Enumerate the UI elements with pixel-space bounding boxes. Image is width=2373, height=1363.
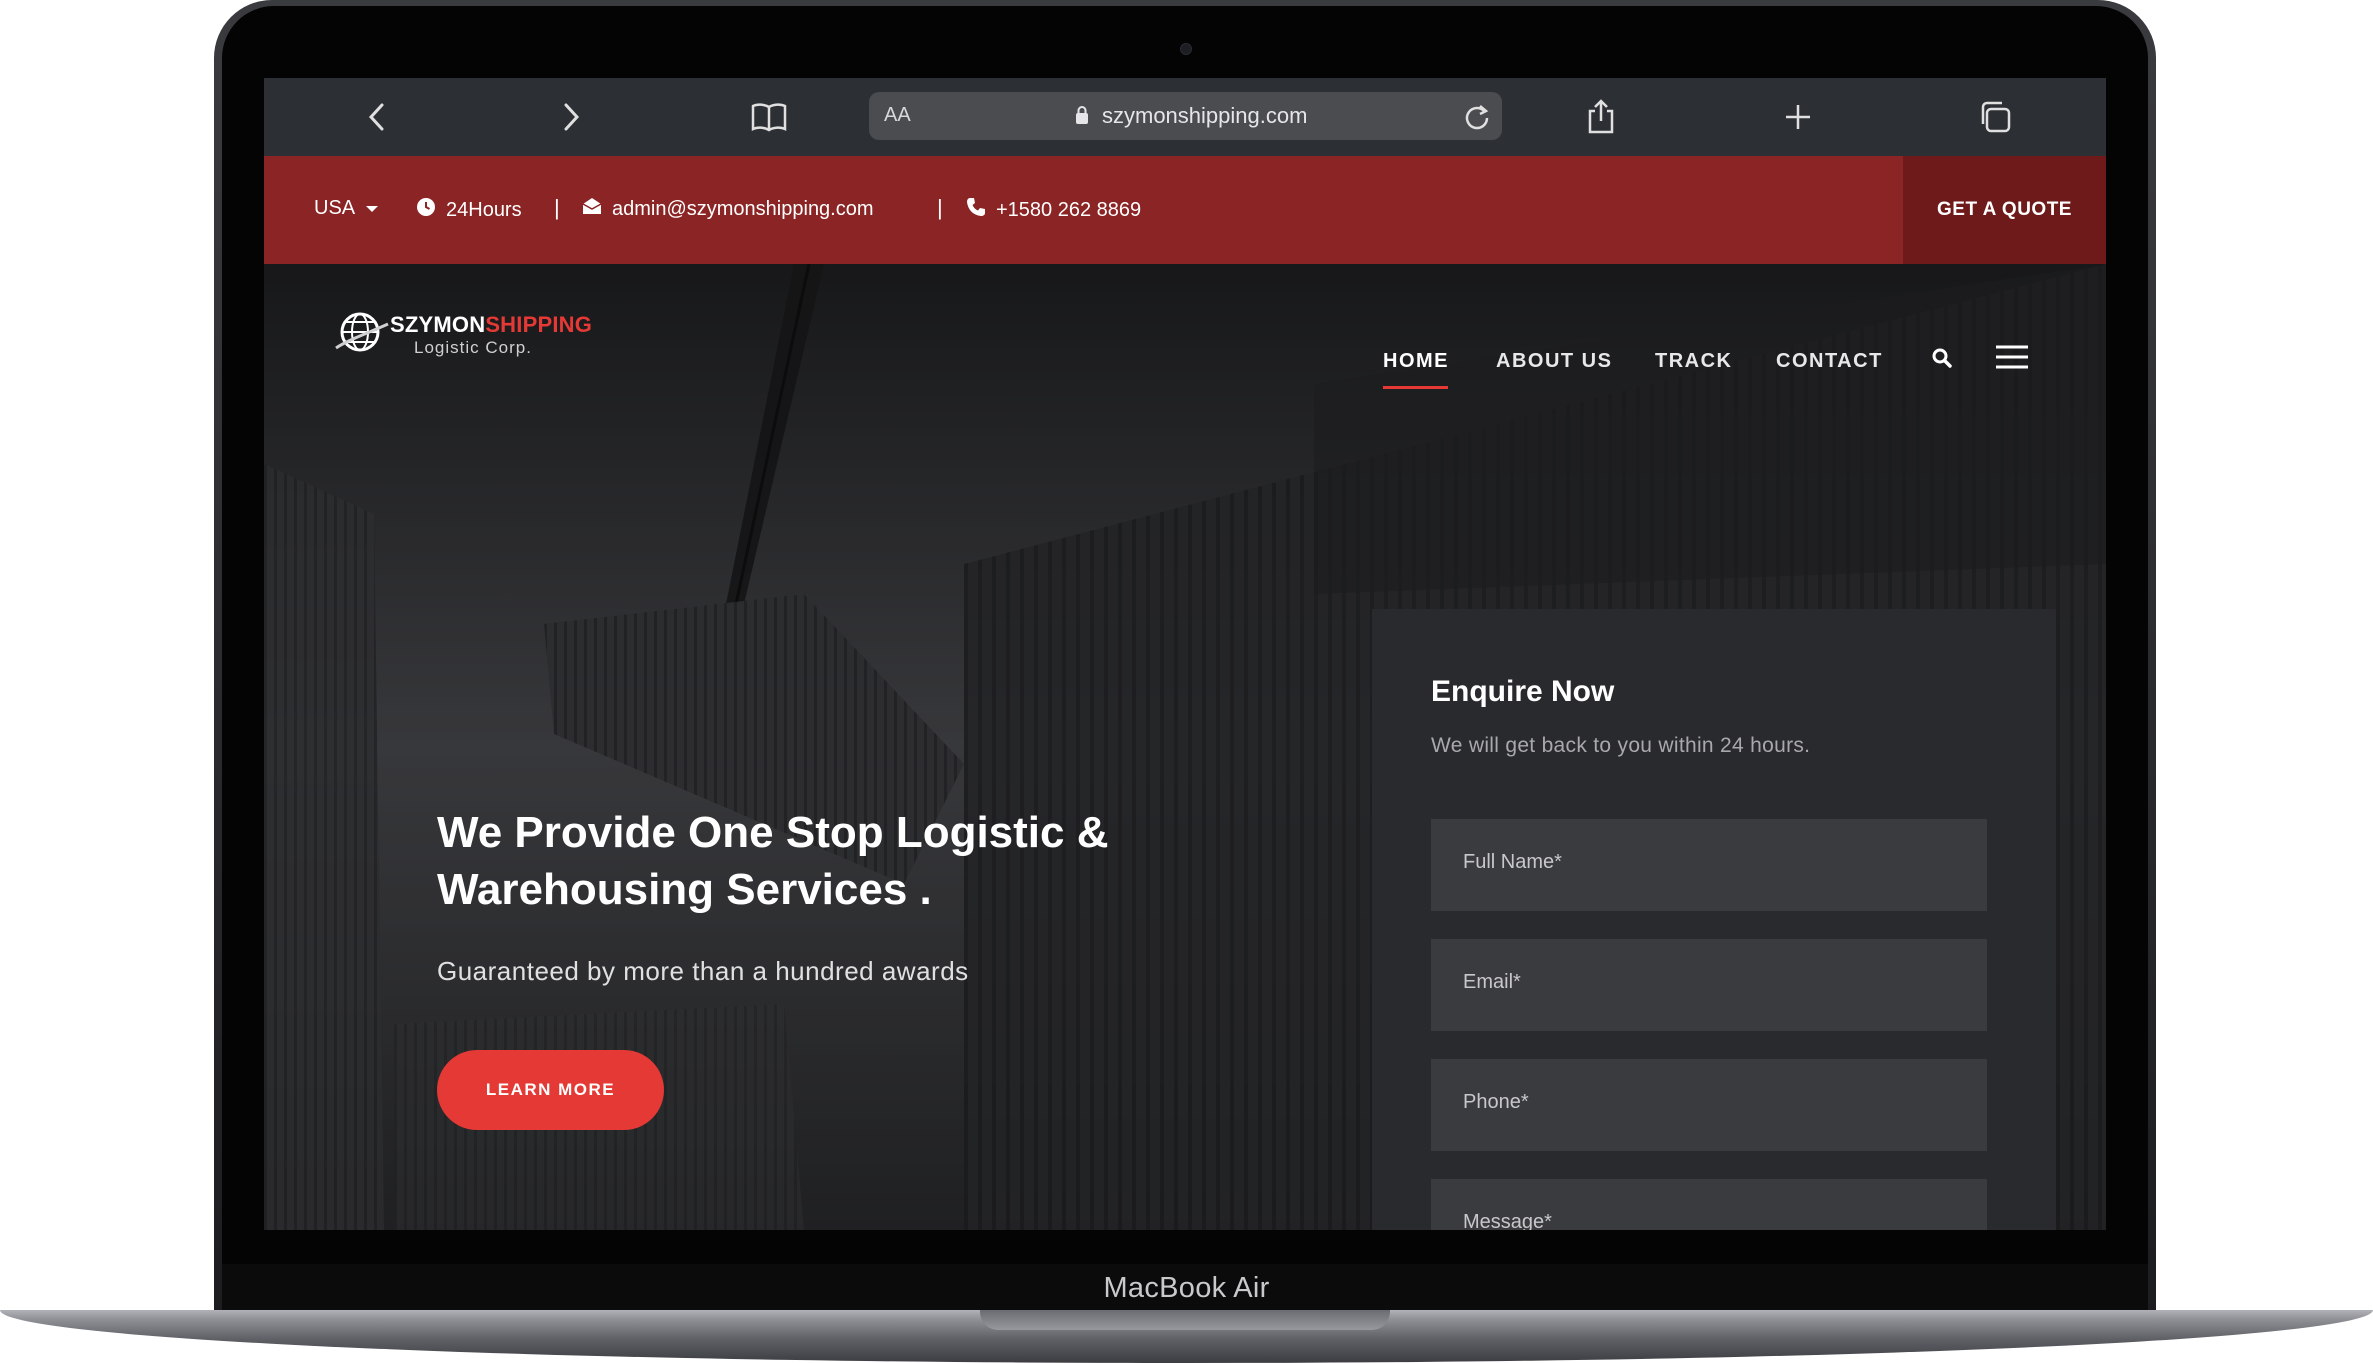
separator: |: [554, 195, 560, 220]
email-field[interactable]: Email*: [1431, 939, 1987, 1031]
country-select[interactable]: USA: [314, 197, 379, 220]
chevron-right-icon[interactable]: [546, 92, 596, 142]
browser-toolbar: AA szymonshipping.com: [264, 78, 2106, 156]
hero-title-line2: Warehousing Services .: [437, 865, 932, 914]
nav-home[interactable]: HOME: [1383, 350, 1449, 373]
country-label: USA: [314, 197, 356, 219]
url-text: szymonshipping.com: [1102, 103, 1308, 128]
address-bar[interactable]: AA szymonshipping.com: [869, 92, 1502, 140]
search-icon[interactable]: [1930, 346, 1954, 375]
hero-subtitle: Guaranteed by more than a hundred awards: [437, 956, 969, 986]
reload-icon[interactable]: [1462, 101, 1492, 136]
caret-down-icon: [365, 197, 379, 220]
nav-about-us[interactable]: ABOUT US: [1496, 350, 1612, 373]
plus-icon[interactable]: [1773, 92, 1823, 142]
top-info-bar: USA 24Hours | admin@szymonshipping.com |…: [264, 156, 2106, 264]
logo-wordmark: SZYMONSHIPPING: [390, 312, 592, 338]
enquire-title: Enquire Now: [1431, 675, 1615, 708]
phone-icon: [966, 197, 986, 223]
camera-icon: [1180, 43, 1192, 55]
nav-track[interactable]: TRACK: [1655, 350, 1733, 373]
clock-icon: [416, 197, 436, 223]
hero-section: SZYMONSHIPPING Logistic Corp. HOME ABOUT…: [264, 264, 2106, 1230]
email-link[interactable]: admin@szymonshipping.com: [582, 197, 874, 221]
logo-name-red: SHIPPING: [485, 312, 593, 337]
envelope-icon: [582, 197, 602, 221]
enquire-form: Enquire Now We will get back to you with…: [1372, 609, 2056, 1230]
phone-text: +1580 262 8869: [996, 198, 1142, 221]
hero-title: We Provide One Stop Logistic & Warehousi…: [437, 804, 1197, 918]
logo-tagline: Logistic Corp.: [414, 338, 532, 357]
enquire-subtitle: We will get back to you within 24 hours.: [1431, 734, 1811, 757]
full-name-field[interactable]: Full Name*: [1431, 819, 1987, 911]
separator: |: [937, 195, 943, 220]
phone-link[interactable]: +1580 262 8869: [966, 197, 1141, 223]
hero-title-line1: We Provide One Stop Logistic &: [437, 808, 1109, 857]
book-icon[interactable]: [744, 92, 794, 142]
learn-more-button[interactable]: LEARN MORE: [437, 1050, 664, 1130]
screen: AA szymonshipping.com USA 24Hours | admi…: [264, 78, 2106, 1230]
globe-icon: [335, 312, 389, 352]
phone-field[interactable]: Phone*: [1431, 1059, 1987, 1151]
nav-active-indicator: [1383, 386, 1448, 389]
lock-icon: [1074, 105, 1090, 130]
tabs-icon[interactable]: [1970, 92, 2020, 142]
hours-text: 24Hours: [446, 198, 522, 221]
hours-info: 24Hours: [416, 197, 522, 223]
logo-name-white: SZYMON: [390, 312, 486, 337]
site-logo[interactable]: SZYMONSHIPPING Logistic Corp.: [334, 304, 594, 364]
nav-contact[interactable]: CONTACT: [1776, 350, 1883, 373]
reader-aa-button[interactable]: AA: [884, 104, 911, 127]
email-text: admin@szymonshipping.com: [612, 197, 874, 220]
message-field[interactable]: Message*: [1431, 1179, 1987, 1230]
device-label: MacBook Air: [1103, 1272, 1270, 1304]
chevron-left-icon[interactable]: [352, 92, 402, 142]
laptop-notch: [980, 1310, 1390, 1330]
hamburger-menu-icon[interactable]: [1995, 344, 2029, 375]
get-a-quote-button[interactable]: GET A QUOTE: [1903, 156, 2106, 264]
share-icon[interactable]: [1576, 92, 1626, 142]
